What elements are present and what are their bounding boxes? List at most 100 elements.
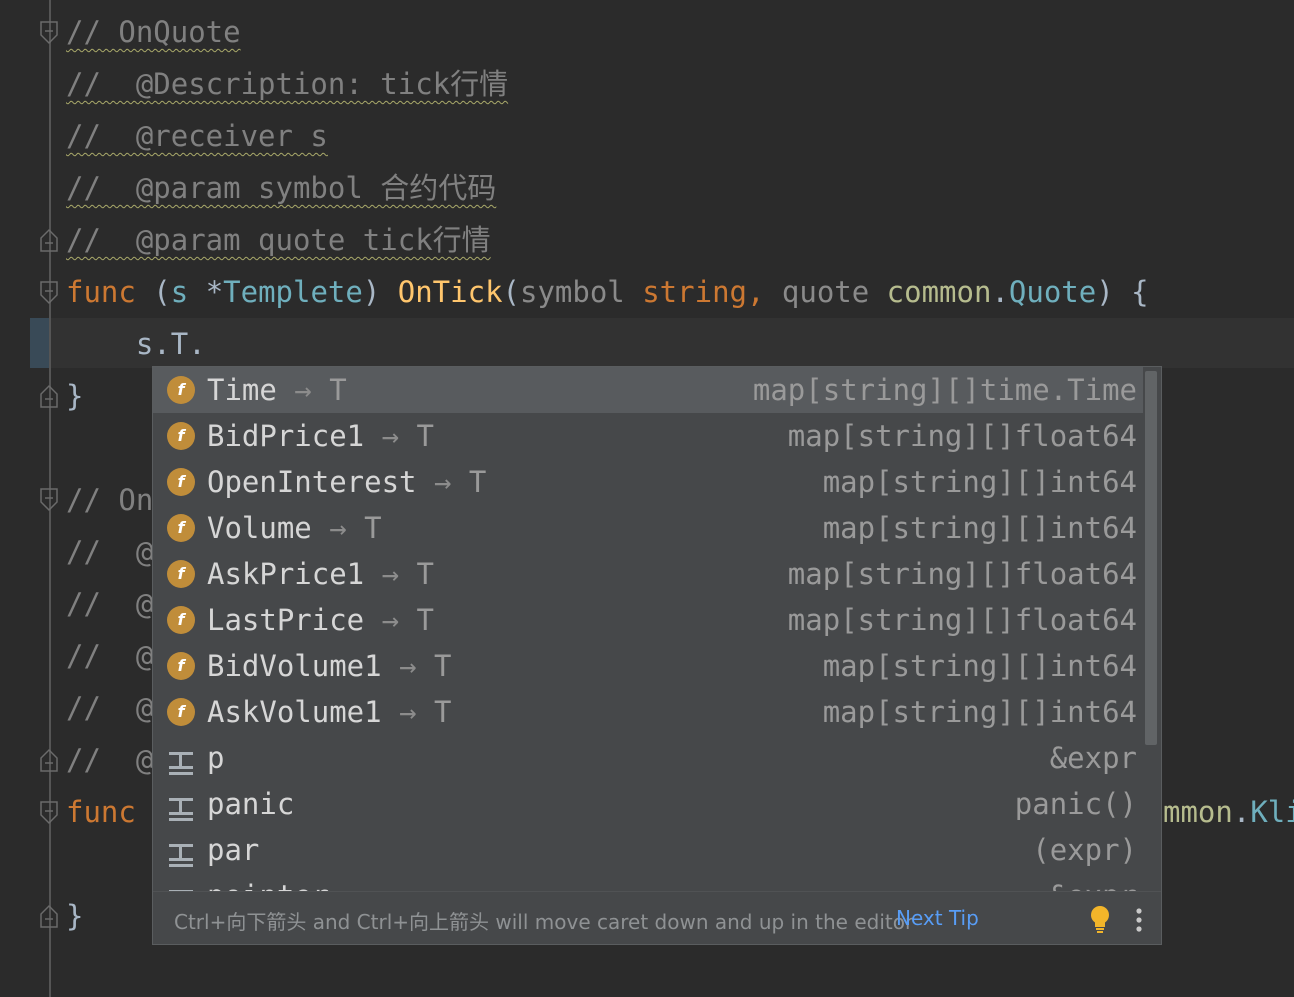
completion-item-label: BidVolume1 → T [207, 643, 451, 689]
arrow-icon: → [276, 373, 330, 407]
punct: , [746, 275, 782, 309]
tip-text: Ctrl+向下箭头 and Ctrl+向上箭头 will move caret … [174, 910, 914, 934]
completion-item-name: par [207, 833, 260, 867]
completion-item-label: Volume → T [207, 505, 382, 551]
comment-text: // On [66, 483, 154, 517]
completion-item-name: OpenInterest [207, 465, 417, 499]
completion-item-label: AskVolume1 → T [207, 689, 451, 735]
completion-item[interactable]: f AskPrice1 → Tmap[string][]float64 [153, 551, 1143, 597]
field-icon: f [167, 652, 195, 680]
postfix-template-icon [167, 882, 195, 891]
completion-item-type: map[string][]int64 [822, 511, 1137, 545]
closing-brace: } [66, 379, 84, 413]
completion-item-name: AskPrice1 [207, 557, 365, 591]
code-line-16: func [66, 786, 136, 838]
completion-item-name: p [207, 741, 225, 775]
package-name: mmon [1163, 795, 1233, 829]
completion-item[interactable]: f Time → Tmap[string][]time.Time [153, 367, 1143, 413]
fold-end-icon[interactable] [38, 383, 60, 409]
param-name: quote [781, 275, 870, 309]
completion-item-label: p [207, 735, 224, 781]
postfix-template-icon [167, 836, 195, 867]
fold-start-icon[interactable] [38, 487, 60, 513]
code-line-18: } [66, 890, 83, 942]
completion-list[interactable]: f Time → Tmap[string][]time.Time f BidPrice… [153, 367, 1143, 891]
code-line-12: // @ [66, 578, 153, 630]
completion-item[interactable]: p &expr [153, 735, 1143, 781]
completion-item[interactable]: pointer&expr [153, 873, 1143, 891]
completion-item-name: Time [207, 373, 277, 407]
completion-item-label: Time → T [207, 367, 347, 413]
comment-text: // @ [66, 691, 154, 725]
field-icon: f [167, 422, 195, 450]
code-line-7-caret[interactable]: s.T. [66, 318, 206, 370]
completion-item-type: map[string][]float64 [787, 603, 1137, 637]
completion-item-name: BidVolume1 [207, 649, 382, 683]
completion-item-receiver: T [434, 649, 452, 683]
completion-item-receiver: T [468, 465, 487, 499]
comment-text: // @ [66, 639, 154, 673]
completion-item-type: &expr [1049, 741, 1137, 775]
fold-end-icon[interactable] [38, 227, 60, 253]
completion-item-name: Volume [207, 511, 312, 545]
completion-item[interactable]: panic panic() [153, 781, 1143, 827]
completion-item[interactable]: f BidPrice1 → Tmap[string][]float64 [153, 413, 1143, 459]
completion-item-receiver: T [416, 603, 434, 637]
arrow-icon: → [381, 695, 434, 729]
code-line-3: // @receiver s [66, 110, 328, 162]
code-line-10: // On [66, 474, 153, 526]
completion-item-receiver: T [416, 419, 434, 453]
completion-item-label: pointer [207, 873, 329, 891]
punct: ( [502, 275, 520, 309]
punct: ( [135, 275, 171, 309]
completion-item-name: AskVolume1 [207, 695, 382, 729]
arrow-icon: → [364, 603, 417, 637]
arrow-icon: → [364, 419, 417, 453]
code-completion-popup[interactable]: f Time → Tmap[string][]time.Time f BidPrice… [152, 366, 1162, 945]
completion-item[interactable]: f Volume → Tmap[string][]int64 [153, 505, 1143, 551]
current-line-highlight [30, 318, 1294, 368]
code-line-11: // @ [66, 526, 153, 578]
fold-end-icon[interactable] [38, 903, 60, 929]
fold-start-icon[interactable] [38, 800, 60, 826]
completion-item-receiver: T [364, 511, 382, 545]
completion-item[interactable]: f LastPrice → Tmap[string][]float64 [153, 597, 1143, 643]
comment-text: // @ [66, 587, 154, 621]
completion-item-label: panic [207, 781, 294, 827]
completion-item[interactable]: f BidVolume1 → Tmap[string][]int64 [153, 643, 1143, 689]
completion-item-label: OpenInterest → T [207, 459, 486, 505]
typed-code: s.T. [66, 327, 206, 361]
completion-scrollbar-thumb[interactable] [1145, 371, 1157, 745]
code-line-5: // @param quote tick行情 [66, 214, 491, 266]
comment-text: // @param quote tick行情 [66, 223, 491, 257]
completion-item-label: BidPrice1 → T [207, 413, 434, 459]
punct: * [188, 275, 224, 309]
code-line-13: // @ [66, 630, 153, 682]
code-line-2: // @Description: tick行情 [66, 58, 508, 110]
postfix-template-icon [167, 790, 195, 821]
lightbulb-icon[interactable] [1087, 904, 1113, 934]
arrow-icon: → [311, 511, 365, 545]
code-line-14: // @ [66, 682, 153, 734]
completion-item-label: AskPrice1 → T [207, 551, 434, 597]
receiver-type: Templete [223, 275, 363, 309]
completion-item-receiver: T [416, 557, 434, 591]
completion-item[interactable]: f AskVolume1 → Tmap[string][]int64 [153, 689, 1143, 735]
comment-text: // OnQuote [66, 15, 241, 49]
code-line-1: // OnQuote [66, 6, 241, 58]
more-options-icon[interactable] [1131, 906, 1147, 934]
closing-brace: } [66, 899, 84, 933]
completion-item[interactable]: f OpenInterest → Tmap[string][]int64 [153, 459, 1143, 505]
completion-item-label: par [207, 827, 259, 873]
completion-item[interactable]: par (expr) [153, 827, 1143, 873]
completion-item-type: map[string][]float64 [787, 557, 1137, 591]
param-name: symbol [520, 275, 625, 309]
function-name: OnTick [397, 275, 503, 309]
completion-item-name: panic [207, 787, 295, 821]
fold-start-icon[interactable] [38, 20, 60, 46]
fold-end-icon[interactable] [38, 747, 60, 773]
fold-start-icon[interactable] [38, 280, 60, 306]
next-tip-link[interactable]: Next Tip [896, 906, 979, 930]
comment-text: // @receiver s [66, 119, 328, 153]
arrow-icon: → [364, 557, 417, 591]
